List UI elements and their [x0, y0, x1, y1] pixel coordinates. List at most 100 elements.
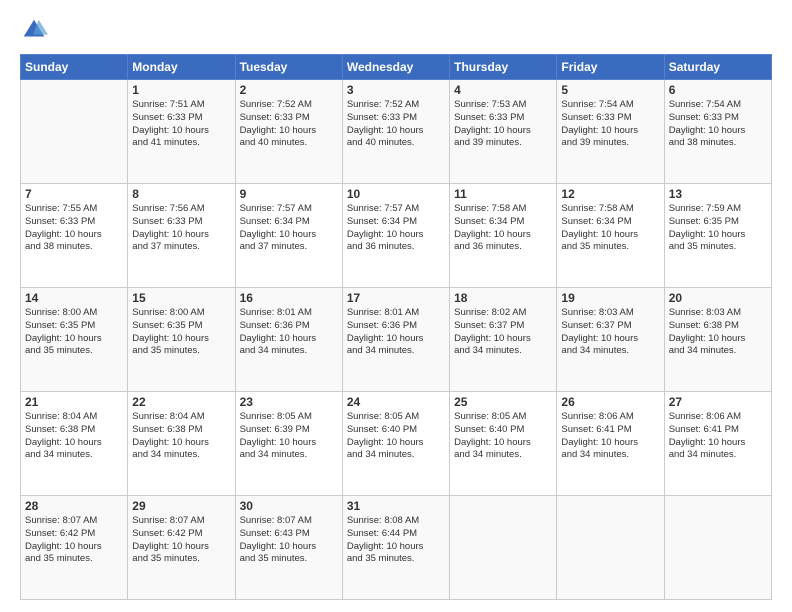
day-number: 5 — [561, 83, 659, 97]
day-number: 11 — [454, 187, 552, 201]
cell-info: Sunrise: 7:59 AMSunset: 6:35 PMDaylight:… — [669, 203, 767, 254]
cell-info: Sunrise: 7:52 AMSunset: 6:33 PMDaylight:… — [240, 99, 338, 150]
col-wednesday: Wednesday — [342, 55, 449, 80]
logo-icon — [20, 16, 48, 44]
day-number: 13 — [669, 187, 767, 201]
logo — [20, 16, 50, 44]
day-number: 18 — [454, 291, 552, 305]
table-row — [21, 80, 128, 184]
table-row: 14Sunrise: 8:00 AMSunset: 6:35 PMDayligh… — [21, 288, 128, 392]
calendar-week-row: 21 Sunrise: 8:04 AMSunset: 6:38 PMDayligh… — [21, 392, 772, 496]
table-row: 21 Sunrise: 8:04 AMSunset: 6:38 PMDayligh… — [21, 392, 128, 496]
cell-info: Sunrise: 8:06 AMSunset: 6:41 PMDaylight:… — [669, 411, 767, 462]
day-number: 8 — [132, 187, 230, 201]
day-number: 9 — [240, 187, 338, 201]
table-row: 8Sunrise: 7:56 AMSunset: 6:33 PMDaylight… — [128, 184, 235, 288]
cell-info: Sunrise: 7:51 AMSunset: 6:33 PMDaylight:… — [132, 99, 230, 150]
day-number: 14 — [25, 291, 123, 305]
day-number: 26 — [561, 395, 659, 409]
table-row — [450, 496, 557, 600]
day-number: 17 — [347, 291, 445, 305]
table-row: 1Sunrise: 7:51 AMSunset: 6:33 PMDaylight… — [128, 80, 235, 184]
table-row: 9Sunrise: 7:57 AMSunset: 6:34 PMDaylight… — [235, 184, 342, 288]
table-row: 22 Sunrise: 8:04 AMSunset: 6:38 PMDayligh… — [128, 392, 235, 496]
calendar-week-row: 28 Sunrise: 8:07 AMSunset: 6:42 PMDayligh… — [21, 496, 772, 600]
table-row: 13 Sunrise: 7:59 AMSunset: 6:35 PMDayligh… — [664, 184, 771, 288]
cell-info: Sunrise: 7:53 AMSunset: 6:33 PMDaylight:… — [454, 99, 552, 150]
cell-info: Sunrise: 7:57 AMSunset: 6:34 PMDaylight:… — [347, 203, 445, 254]
table-row: 6 Sunrise: 7:54 AMSunset: 6:33 PMDaylight… — [664, 80, 771, 184]
cell-info: Sunrise: 8:01 AMSunset: 6:36 PMDaylight:… — [240, 307, 338, 358]
cell-info: Sunrise: 7:58 AMSunset: 6:34 PMDaylight:… — [561, 203, 659, 254]
table-row: 17Sunrise: 8:01 AMSunset: 6:36 PMDayligh… — [342, 288, 449, 392]
table-row: 25 Sunrise: 8:05 AMSunset: 6:40 PMDayligh… — [450, 392, 557, 496]
col-sunday: Sunday — [21, 55, 128, 80]
day-number: 27 — [669, 395, 767, 409]
day-number: 12 — [561, 187, 659, 201]
table-row — [664, 496, 771, 600]
header — [20, 16, 772, 44]
calendar-week-row: 1Sunrise: 7:51 AMSunset: 6:33 PMDaylight… — [21, 80, 772, 184]
cell-info: Sunrise: 8:00 AMSunset: 6:35 PMDaylight:… — [132, 307, 230, 358]
day-number: 6 — [669, 83, 767, 97]
day-number: 2 — [240, 83, 338, 97]
day-number: 25 — [454, 395, 552, 409]
cell-info: Sunrise: 7:54 AMSunset: 6:33 PMDaylight:… — [669, 99, 767, 150]
table-row: 4 Sunrise: 7:53 AMSunset: 6:33 PMDaylight… — [450, 80, 557, 184]
cell-info: Sunrise: 8:03 AMSunset: 6:37 PMDaylight:… — [561, 307, 659, 358]
table-row — [557, 496, 664, 600]
table-row: 10Sunrise: 7:57 AMSunset: 6:34 PMDayligh… — [342, 184, 449, 288]
day-number: 28 — [25, 499, 123, 513]
calendar-week-row: 7 Sunrise: 7:55 AMSunset: 6:33 PMDaylight… — [21, 184, 772, 288]
table-row: 11Sunrise: 7:58 AMSunset: 6:34 PMDayligh… — [450, 184, 557, 288]
day-number: 20 — [669, 291, 767, 305]
day-number: 24 — [347, 395, 445, 409]
day-number: 21 — [25, 395, 123, 409]
table-row: 5 Sunrise: 7:54 AMSunset: 6:33 PMDaylight… — [557, 80, 664, 184]
day-number: 19 — [561, 291, 659, 305]
col-friday: Friday — [557, 55, 664, 80]
table-row: 30 Sunrise: 8:07 AMSunset: 6:43 PMDayligh… — [235, 496, 342, 600]
table-row: 28 Sunrise: 8:07 AMSunset: 6:42 PMDayligh… — [21, 496, 128, 600]
day-number: 3 — [347, 83, 445, 97]
table-row: 19 Sunrise: 8:03 AMSunset: 6:37 PMDayligh… — [557, 288, 664, 392]
table-row: 18 Sunrise: 8:02 AMSunset: 6:37 PMDayligh… — [450, 288, 557, 392]
page: Sunday Monday Tuesday Wednesday Thursday… — [0, 0, 792, 612]
cell-info: Sunrise: 7:52 AMSunset: 6:33 PMDaylight:… — [347, 99, 445, 150]
day-number: 7 — [25, 187, 123, 201]
table-row: 12 Sunrise: 7:58 AMSunset: 6:34 PMDayligh… — [557, 184, 664, 288]
cell-info: Sunrise: 8:06 AMSunset: 6:41 PMDaylight:… — [561, 411, 659, 462]
calendar-table: Sunday Monday Tuesday Wednesday Thursday… — [20, 54, 772, 600]
cell-info: Sunrise: 8:08 AMSunset: 6:44 PMDaylight:… — [347, 515, 445, 566]
day-number: 30 — [240, 499, 338, 513]
cell-info: Sunrise: 8:04 AMSunset: 6:38 PMDaylight:… — [132, 411, 230, 462]
cell-info: Sunrise: 7:54 AMSunset: 6:33 PMDaylight:… — [561, 99, 659, 150]
cell-info: Sunrise: 8:02 AMSunset: 6:37 PMDaylight:… — [454, 307, 552, 358]
col-tuesday: Tuesday — [235, 55, 342, 80]
table-row: 3 Sunrise: 7:52 AMSunset: 6:33 PMDaylight… — [342, 80, 449, 184]
table-row: 31 Sunrise: 8:08 AMSunset: 6:44 PMDayligh… — [342, 496, 449, 600]
day-number: 4 — [454, 83, 552, 97]
day-number: 16 — [240, 291, 338, 305]
table-row: 27 Sunrise: 8:06 AMSunset: 6:41 PMDayligh… — [664, 392, 771, 496]
calendar-header-row: Sunday Monday Tuesday Wednesday Thursday… — [21, 55, 772, 80]
day-number: 15 — [132, 291, 230, 305]
cell-info: Sunrise: 8:07 AMSunset: 6:42 PMDaylight:… — [25, 515, 123, 566]
cell-info: Sunrise: 8:05 AMSunset: 6:40 PMDaylight:… — [347, 411, 445, 462]
day-number: 31 — [347, 499, 445, 513]
cell-info: Sunrise: 8:05 AMSunset: 6:40 PMDaylight:… — [454, 411, 552, 462]
cell-info: Sunrise: 8:05 AMSunset: 6:39 PMDaylight:… — [240, 411, 338, 462]
day-number: 22 — [132, 395, 230, 409]
cell-info: Sunrise: 8:04 AMSunset: 6:38 PMDaylight:… — [25, 411, 123, 462]
table-row: 24 Sunrise: 8:05 AMSunset: 6:40 PMDayligh… — [342, 392, 449, 496]
table-row: 16 Sunrise: 8:01 AMSunset: 6:36 PMDayligh… — [235, 288, 342, 392]
calendar-week-row: 14 Sunrise: 8:00 AMSunset: 6:35 PMDayligh… — [21, 288, 772, 392]
cell-info: Sunrise: 7:55 AMSunset: 6:33 PMDaylight:… — [25, 203, 123, 254]
col-monday: Monday — [128, 55, 235, 80]
table-row: 20 Sunrise: 8:03 AMSunset: 6:38 PMDayligh… — [664, 288, 771, 392]
table-row: 7 Sunrise: 7:55 AMSunset: 6:33 PMDaylight… — [21, 184, 128, 288]
cell-info: Sunrise: 8:03 AMSunset: 6:38 PMDaylight:… — [669, 307, 767, 358]
col-thursday: Thursday — [450, 55, 557, 80]
cell-info: Sunrise: 8:07 AMSunset: 6:43 PMDaylight:… — [240, 515, 338, 566]
day-number: 29 — [132, 499, 230, 513]
